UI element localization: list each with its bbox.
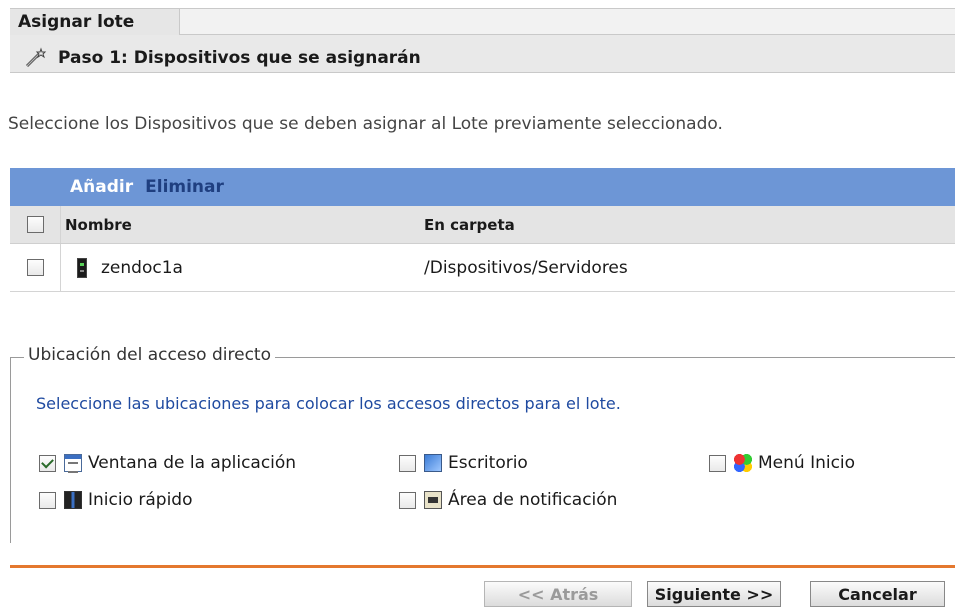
back-button[interactable]: << Atrás [484, 581, 632, 607]
column-header-name[interactable]: Nombre [61, 216, 424, 234]
option-desktop[interactable]: Escritorio [399, 453, 528, 473]
device-name[interactable]: zendoc1a [101, 258, 183, 278]
device-folder: /Dispositivos/Servidores [424, 257, 628, 278]
step-header: Paso 1: Dispositivos que se asignarán [10, 35, 955, 73]
server-icon [77, 257, 87, 278]
desktop-icon [424, 454, 442, 472]
quick-launch-icon [64, 491, 82, 509]
step-title: Paso 1: Dispositivos que se asignarán [58, 48, 421, 68]
quick-launch-label: Inicio rápido [88, 490, 193, 510]
option-app-window[interactable]: Ventana de la aplicación [39, 453, 296, 473]
table-header-row: Nombre En carpeta [10, 206, 955, 244]
shortcut-location-group: Ubicación del acceso directo Seleccione … [10, 345, 955, 543]
system-tray-checkbox[interactable] [399, 491, 416, 509]
shortcut-location-legend: Ubicación del acceso directo [24, 345, 275, 365]
option-quick-launch[interactable]: Inicio rápido [39, 490, 193, 510]
intro-text: Seleccione los Dispositivos que se deben… [8, 114, 723, 134]
shortcut-location-description: Seleccione las ubicaciones para colocar … [36, 394, 621, 413]
system-tray-icon [424, 491, 442, 509]
add-button[interactable]: Añadir [70, 177, 133, 197]
table-toolbar: Añadir Eliminar [10, 168, 955, 206]
cancel-button[interactable]: Cancelar [810, 581, 945, 607]
desktop-label: Escritorio [448, 453, 528, 473]
app-window-icon [64, 454, 82, 473]
start-menu-checkbox[interactable] [709, 454, 726, 472]
wand-icon [24, 47, 48, 69]
start-menu-label: Menú Inicio [758, 453, 856, 473]
app-window-checkbox[interactable] [39, 454, 56, 472]
quick-launch-checkbox[interactable] [39, 491, 56, 509]
app-window-label: Ventana de la aplicación [88, 453, 297, 473]
wizard-tab-bar: Asignar lote [10, 8, 955, 35]
footer-divider [10, 565, 955, 568]
option-system-tray[interactable]: Área de notificación [399, 490, 617, 510]
column-header-folder[interactable]: En carpeta [424, 216, 955, 234]
start-menu-icon [734, 454, 752, 472]
devices-table: Añadir Eliminar Nombre En carpeta zendoc… [10, 168, 955, 292]
remove-button[interactable]: Eliminar [145, 177, 224, 197]
wizard-tab-title: Asignar lote [10, 9, 180, 35]
option-start-menu[interactable]: Menú Inicio [709, 453, 855, 473]
select-all-checkbox[interactable] [26, 216, 44, 233]
system-tray-label: Área de notificación [448, 490, 618, 510]
row-checkbox[interactable] [26, 259, 44, 276]
next-button[interactable]: Siguiente >> [647, 581, 781, 607]
desktop-checkbox[interactable] [399, 454, 416, 472]
table-row: zendoc1a /Dispositivos/Servidores [10, 244, 955, 292]
